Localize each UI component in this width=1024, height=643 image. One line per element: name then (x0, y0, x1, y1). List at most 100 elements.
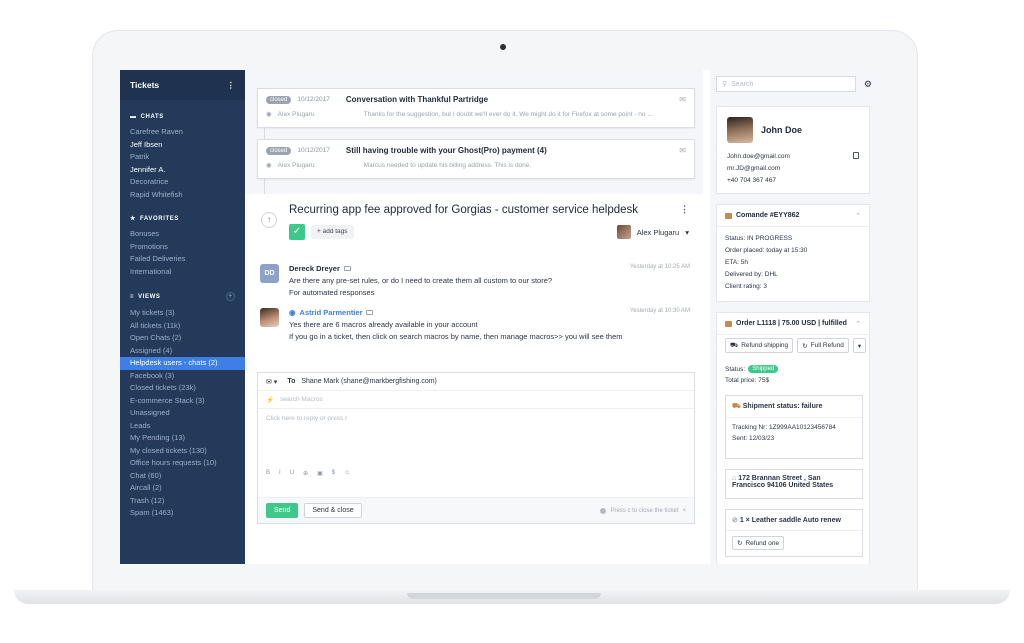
sidebar-item-chat[interactable]: Jeff Ibsen (120, 139, 245, 152)
add-view-icon[interactable]: + (226, 292, 235, 301)
sidebar-item-chat[interactable]: Carefree Raven (120, 126, 245, 139)
sidebar: Tickets ⋮ ▬ CHATS Carefree Raven Jeff Ib… (120, 70, 245, 564)
dollar-icon[interactable]: $ (332, 470, 335, 477)
field-value: today at 15:30 (766, 247, 808, 254)
app-screen: Tickets ⋮ ▬ CHATS Carefree Raven Jeff Ib… (120, 70, 878, 564)
sidebar-item-view[interactable]: My closed tickets (130) (120, 445, 245, 458)
sender-name: Dereck Dreyer (289, 264, 340, 273)
customer-phone[interactable]: +40 704 367 467 (727, 177, 776, 184)
command-field: Client rating: 3 (717, 281, 869, 293)
sidebar-header: Tickets ⋮ (120, 70, 245, 100)
order-card: Order L1118 | 75.00 USD | fulfilled ⌃ ⛟ R… (716, 312, 870, 564)
macro-search[interactable]: ⚡ search Macros (258, 391, 694, 409)
customer-alt-email[interactable]: mr.JD@gmail.com (727, 165, 780, 172)
field-key: Order placed: (725, 247, 765, 254)
email-channel-icon[interactable]: ✉ ▾ (266, 378, 277, 386)
sidebar-item-view[interactable]: Open Chats (2) (120, 332, 245, 345)
italic-icon[interactable]: I (279, 470, 281, 477)
command-field: Order placed: today at 15:30 (717, 245, 869, 257)
sidebar-item-view[interactable]: My Pending (13) (120, 432, 245, 445)
full-refund-label: Full Refund (810, 342, 844, 349)
ticket-date: 10/12/2017 (297, 147, 330, 154)
recipient-field[interactable]: Shane Mark (shane@markbergfishing.com) (301, 378, 437, 385)
package-icon (725, 212, 732, 219)
image-icon[interactable]: ▣ (317, 470, 323, 477)
sidebar-item-view[interactable]: Unassigned (120, 407, 245, 420)
assignee-dropdown[interactable]: Alex Plugaru ▾ (616, 225, 689, 239)
macro-search-input[interactable]: search Macros (280, 396, 323, 403)
command-field: ETA: 5h (717, 257, 869, 269)
gear-icon[interactable]: ⚙ (864, 79, 872, 90)
mail-icon: ✉ (679, 146, 686, 155)
customer-email[interactable]: John.doe@gmail.com (727, 153, 790, 160)
sidebar-item-favorite[interactable]: Promotions (120, 241, 245, 254)
sidebar-item-chat[interactable]: Decoratrice (120, 176, 245, 189)
sidebar-item-favorite[interactable]: Bonuses (120, 228, 245, 241)
arrow-up-icon[interactable]: ↑ (261, 212, 277, 228)
search-input[interactable]: ⚲ Search (716, 76, 856, 92)
field-value: 5h (740, 259, 749, 266)
sidebar-item-view[interactable]: Facebook (3) (120, 370, 245, 383)
full-refund-button[interactable]: ↻ Full Refund (797, 338, 849, 353)
copy-icon[interactable] (853, 152, 859, 159)
send-close-button[interactable]: Send & close (304, 503, 362, 518)
sidebar-item-view[interactable]: Closed tickets (23k) (120, 382, 245, 395)
refund-shipping-label: Refund shipping (741, 342, 789, 349)
shipment-card: ⛟ Shipment status: failure Tracking Nr: … (725, 395, 863, 459)
close-hint-text: Press c to close the ticket (610, 507, 679, 514)
sidebar-item-view[interactable]: My tickets (3) (120, 307, 245, 320)
shipped-badge: Shipped (748, 365, 779, 373)
address-line2: Francisco 94106 United States (732, 482, 834, 489)
link-icon[interactable]: ⊕ (303, 470, 308, 477)
chevron-up-icon[interactable]: ⌃ (855, 320, 861, 328)
reply-footer: Send Send & close Press c to close the t… (258, 497, 694, 523)
kebab-menu-icon[interactable]: ⋮ (227, 80, 236, 91)
sidebar-item-view[interactable]: Office hours requests (10) (120, 457, 245, 470)
assignee-name: Alex Plugaru (636, 227, 680, 237)
message: DD Dereck Dreyer Yesterday at 10:25 AM A… (260, 264, 690, 304)
bold-icon[interactable]: B (266, 470, 270, 477)
refund-one-button[interactable]: ↻ Refund one (732, 536, 785, 550)
reply-placeholder: Click here to reply or press r (266, 415, 348, 422)
sidebar-item-chat[interactable]: Patrik (120, 151, 245, 164)
ticket-title: Conversation with Thankful Partridge (345, 95, 489, 104)
sidebar-item-favorite[interactable]: Failed Deliveries (120, 253, 245, 266)
more-actions-button[interactable]: ▾ (852, 338, 867, 353)
ticket-preview: Marcus needed to update his billing addr… (363, 161, 532, 169)
chevron-up-icon[interactable]: ⌃ (855, 212, 861, 220)
emoji-icon[interactable]: ☺ (344, 470, 350, 477)
sidebar-item-view[interactable]: Aircall (2) (120, 482, 245, 495)
send-button[interactable]: Send (266, 503, 299, 518)
field-value: 3 (763, 283, 767, 290)
sidebar-item-view[interactable]: All tickets (11k) (120, 320, 245, 333)
add-tags-button[interactable]: + add tags (311, 225, 354, 239)
close-ticket-check-icon[interactable]: ✓ (289, 224, 305, 240)
avatar (727, 117, 753, 143)
ticket-menu-icon[interactable]: ⋮ (680, 204, 689, 215)
sidebar-item-view[interactable]: Spam (1463) (120, 507, 245, 520)
sidebar-item-view[interactable]: Chat (60) (120, 470, 245, 483)
order-header[interactable]: Order L1118 | 75.00 USD | fulfilled ⌃ (717, 313, 869, 335)
ticket-list-item[interactable]: closed 10/12/2017 Still having trouble w… (257, 139, 695, 179)
message-sender: ◉ Astrid Parmentier (289, 308, 374, 317)
tracking-number: Tracking Nr: 1Z999AA10123456784 (732, 424, 836, 431)
sidebar-item-view[interactable]: E-commerce Stack (3) (120, 395, 245, 408)
tag-icon: ⊘ (732, 517, 738, 524)
field-value: DHL (764, 271, 778, 278)
sidebar-item-chat[interactable]: Rapid Whitefish (120, 189, 245, 202)
reply-textarea[interactable]: Click here to reply or press r B I U ⊕ ▣… (258, 409, 694, 483)
sidebar-item-chat[interactable]: Jennifer A. (120, 164, 245, 177)
refund-shipping-button[interactable]: ⛟ Refund shipping (725, 338, 794, 353)
ticket-list-item[interactable]: closed 10/12/2017 Conversation with Than… (257, 88, 695, 128)
command-header[interactable]: Comande #EYY862 ⌃ (717, 205, 869, 227)
sidebar-item-view-active[interactable]: Helpdesk users - chats (2) (120, 357, 245, 370)
sidebar-item-view[interactable]: Leads (120, 420, 245, 433)
refresh-icon: ↻ (737, 540, 743, 547)
sidebar-item-favorite[interactable]: International (120, 266, 245, 279)
message-time: Yesterday at 10:30 AM (629, 308, 690, 314)
underline-icon[interactable]: U (290, 470, 294, 477)
search-placeholder: Search (731, 80, 754, 88)
sidebar-item-view[interactable]: Assigned (4) (120, 345, 245, 358)
dismiss-icon[interactable]: × (682, 508, 686, 514)
sidebar-item-view[interactable]: Trash (12) (120, 495, 245, 508)
